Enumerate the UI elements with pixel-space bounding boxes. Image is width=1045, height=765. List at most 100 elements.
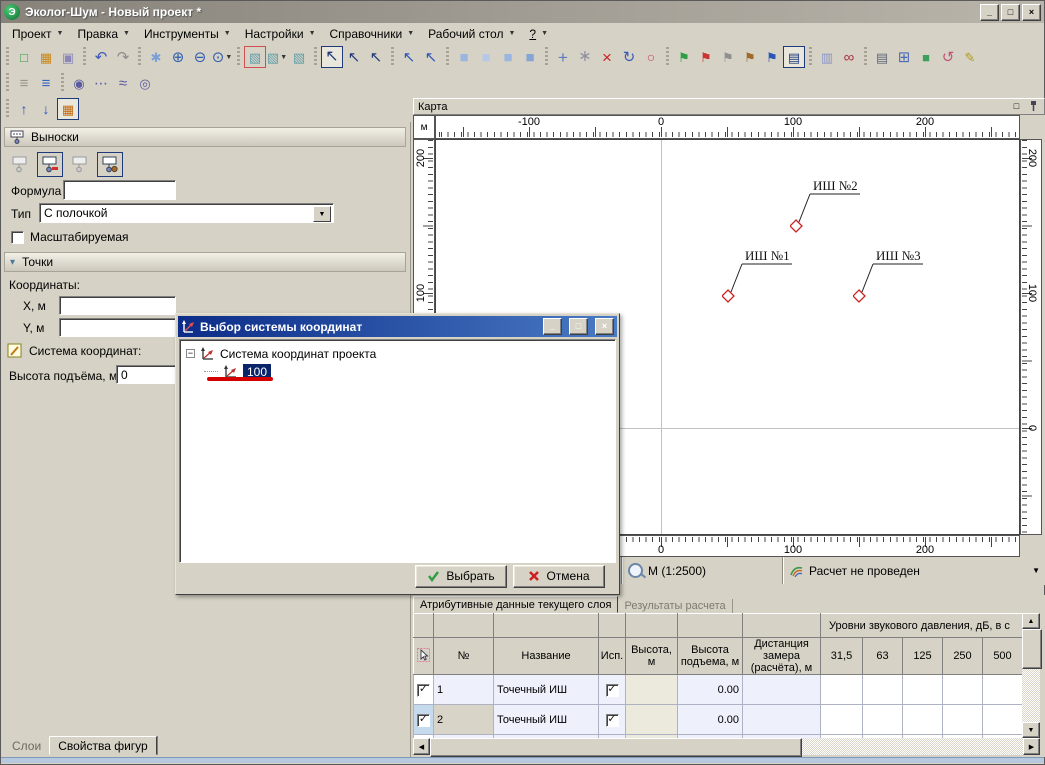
row-checkbox-checked[interactable] [417,714,430,727]
callout-props-button[interactable] [67,152,93,177]
y-input[interactable] [59,318,176,337]
noise-source-point-3[interactable]: ИШ №3 [853,248,983,304]
num-cell[interactable]: 1 [434,675,494,705]
collapse-minus-icon[interactable]: − [186,349,195,358]
toolbar-grip[interactable] [314,47,317,67]
toolbar-grip[interactable] [391,47,394,67]
col-used[interactable]: Исп. [599,638,626,675]
hscroll-thumb[interactable] [430,738,802,757]
panel-current-icon[interactable]: ▦ [57,98,79,120]
spl-cell[interactable] [903,705,943,735]
edit-coordinate-system-icon[interactable] [7,343,23,359]
select-apply-icon[interactable]: ▧▼ [266,46,288,68]
scroll-down-icon[interactable]: ▼ [1022,722,1040,738]
menu-references[interactable]: Справочники▼ [323,25,422,43]
formula-input[interactable] [63,180,176,200]
used-cell[interactable] [599,705,626,735]
tab-attribute-data[interactable]: Атрибутивные данные текущего слоя [413,596,618,613]
toolbar-grip[interactable] [6,99,9,119]
shape-intersect-icon[interactable]: ■ [497,46,519,68]
callout-color-button[interactable] [97,152,123,177]
spl-cell[interactable] [983,705,1023,735]
noise-segment-icon[interactable]: ⋯ [90,72,112,94]
pointer-icon[interactable]: ↖ [321,46,343,68]
lift-cell[interactable]: 0.00 [678,675,743,705]
toolbar-grip[interactable] [138,47,141,67]
col-height[interactable]: Высота, м [626,638,678,675]
name-cell[interactable]: Точечный ИШ [494,705,599,735]
table-hscrollbar[interactable]: ◀ ▶ [413,738,1040,755]
zoom-in-icon[interactable]: ⊕ [167,46,189,68]
name-cell[interactable]: Точечный ИШ [494,675,599,705]
callouts-section-header[interactable]: Выноски [4,127,406,147]
menu-help[interactable]: ?▼ [522,25,555,43]
select-new-icon[interactable]: ▧ [244,46,266,68]
callout-color-icon[interactable]: ⚑ [739,46,761,68]
combo-dropdown-button[interactable]: ▼ [313,206,331,222]
callout-props-icon[interactable]: ⚑ [717,46,739,68]
tab-layers[interactable]: Слои [4,736,49,755]
table-vscrollbar[interactable]: ▲ ▼ [1022,613,1040,738]
menu-project[interactable]: Проект▼ [5,25,70,43]
scalable-checkbox[interactable] [11,231,24,244]
tree-root-node[interactable]: − Система координат проекта [186,345,376,362]
objects-list-icon[interactable]: ▤ [871,46,893,68]
height-cell[interactable] [626,675,678,705]
search-objects-icon[interactable]: ∞ [838,46,860,68]
menu-edit[interactable]: Правка▼ [70,25,136,43]
scroll-up-icon[interactable]: ▲ [1022,613,1040,629]
scroll-right-icon[interactable]: ▶ [1023,738,1040,755]
callout-add-icon[interactable]: ⚑ [673,46,695,68]
distance-cell[interactable] [743,705,821,735]
calc-status-dropdown[interactable]: Расчет не проведен ▼ [783,557,1045,584]
rotate-figure-icon[interactable]: ↻ [618,46,640,68]
spl-cell[interactable] [943,675,983,705]
toolbar-grip[interactable] [6,47,9,67]
col-distance[interactable]: Дистанция замера (расчёта), м [743,638,821,675]
menu-workspace[interactable]: Рабочий стол▼ [421,25,522,43]
undo-icon[interactable]: ↶ [90,46,112,68]
toolbar-grip[interactable] [61,73,64,93]
toolbar-grip[interactable] [83,47,86,67]
restore-panel-icon[interactable]: □ [1010,101,1023,113]
navigator-icon[interactable]: ■ [915,46,937,68]
row-selector-header[interactable] [414,638,434,675]
copy-attributes-icon[interactable]: ▥ [816,46,838,68]
toolbar-grip[interactable] [237,47,240,67]
noise-wave-icon[interactable]: ≈ [112,72,134,94]
layers-new-icon[interactable]: ≡ [13,72,35,94]
row-select-cell[interactable] [414,705,434,735]
zoom-scale-icon[interactable]: ⊙▼ [211,46,233,68]
grid-settings-icon[interactable]: ⊞ [893,46,915,68]
spl-cell[interactable] [821,705,863,735]
page-settings-icon[interactable]: ✎ [959,46,981,68]
close-button[interactable]: × [1022,4,1041,21]
shape-union-icon[interactable]: ■ [453,46,475,68]
noise-area-icon[interactable]: ◎ [134,72,156,94]
pointer-add-icon[interactable]: ↖ [343,46,365,68]
spl-cell[interactable] [863,705,903,735]
cancel-button[interactable]: Отмена [513,565,605,588]
col-31-5[interactable]: 31,5 [821,638,863,675]
dialog-maximize-button[interactable]: □ [569,318,588,335]
panel-up-icon[interactable]: ↑ [13,98,35,120]
col-63[interactable]: 63 [863,638,903,675]
toolbar-grip[interactable] [545,47,548,67]
pan-icon[interactable]: ✱ [145,46,167,68]
row-checkbox-checked[interactable] [417,684,430,697]
measure-ruler-icon[interactable]: ▤ [783,46,805,68]
toolbar-grip[interactable] [864,47,867,67]
col-name[interactable]: Название [494,638,599,675]
edit-points-icon[interactable]: ∗ [574,46,596,68]
col-lift[interactable]: Высота подъема, м [678,638,743,675]
col-125[interactable]: 125 [903,638,943,675]
used-cell[interactable] [599,675,626,705]
contour-figure-icon[interactable]: ○ [640,46,662,68]
select-button[interactable]: Выбрать [415,565,507,588]
redo-icon[interactable]: ↷ [112,46,134,68]
menu-settings[interactable]: Настройки▼ [238,25,323,43]
spl-cell[interactable] [863,675,903,705]
toolbar-grip[interactable] [809,47,812,67]
pointer-move-icon[interactable]: ↖ [420,46,442,68]
spl-cell[interactable] [903,675,943,705]
